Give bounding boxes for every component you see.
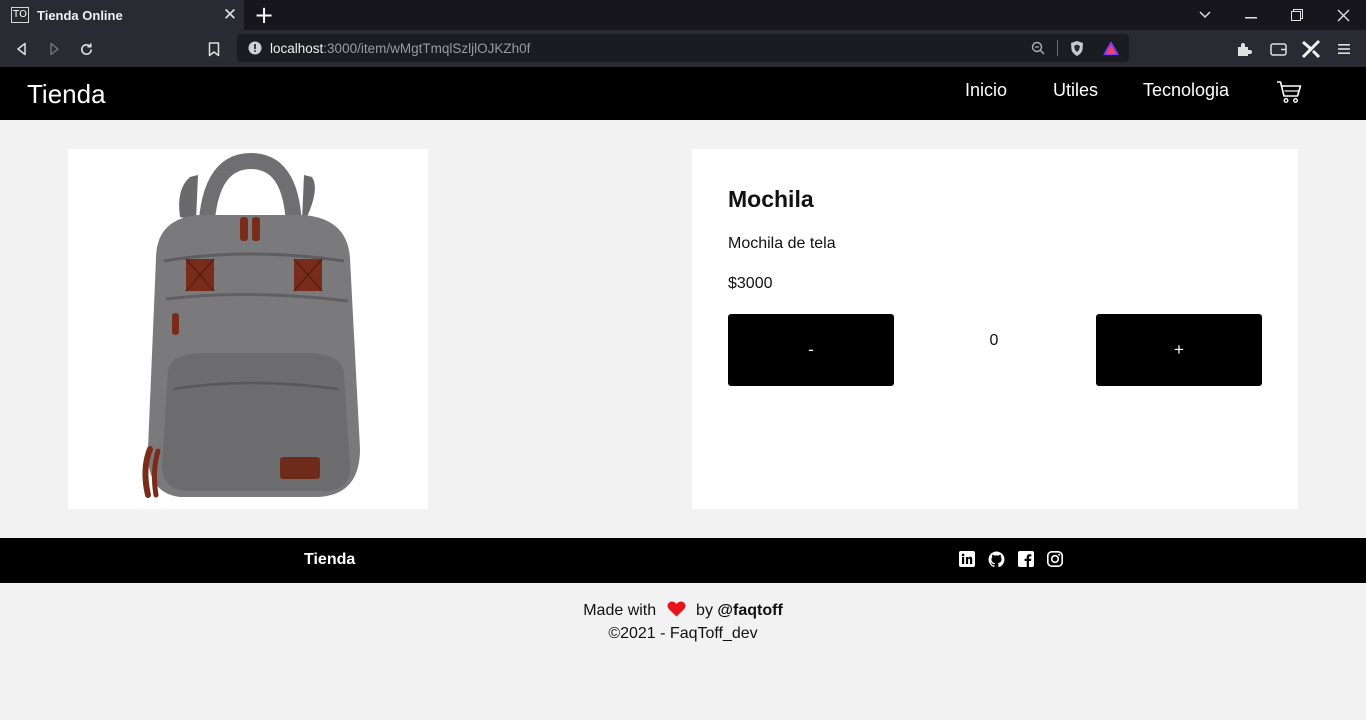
footer-bar: Tienda [0,538,1366,583]
profile-icon[interactable] [1300,38,1322,60]
product-image-card [68,149,428,509]
footer-brand: Tienda [304,551,356,568]
address-divider [1057,40,1058,56]
bookmark-icon[interactable] [203,38,225,60]
product-name: Mochila [728,186,814,212]
copyright-text: ©2021 - FaqToff_dev [608,625,758,642]
brave-rewards-icon[interactable] [1102,40,1120,56]
tab-favicon: TO [11,7,29,23]
address-bar[interactable]: localhost:3000/item/wMgtTmqlSzljlOJKZh0f [237,34,1129,62]
nav-link-inicio[interactable]: Inicio [965,80,1007,101]
site-header: Tienda Inicio Utiles Tecnologia [0,67,1366,120]
browser-toolbar: localhost:3000/item/wMgtTmqlSzljlOJKZh0f [0,30,1366,67]
quantity-value: 0 [989,332,999,349]
wallet-icon[interactable] [1267,38,1289,60]
tab-search-chevron-icon[interactable] [1190,0,1220,30]
new-tab-icon[interactable]: + [253,3,275,27]
instagram-icon[interactable] [1047,551,1065,569]
window-close-icon[interactable] [1328,0,1358,30]
by-text: by [696,602,713,619]
made-with-line: Made with by @faqtoff [0,601,1366,620]
product-description: Mochila de tela [728,235,836,252]
brand-link[interactable]: Tienda [27,79,106,110]
author-link[interactable]: @faqtoff [717,602,782,619]
reload-icon[interactable] [75,38,97,60]
github-icon[interactable] [988,551,1006,569]
decrement-button[interactable]: - [728,314,894,386]
nav-link-tecnologia[interactable]: Tecnologia [1143,80,1229,101]
menu-icon[interactable] [1333,38,1355,60]
product-info-card: Mochila Mochila de tela $3000 - 0 + [692,149,1298,509]
back-icon[interactable] [11,38,33,60]
zoom-icon[interactable] [1031,41,1045,55]
product-price: $3000 [728,275,773,292]
facebook-icon[interactable] [1018,551,1036,569]
site-info-icon[interactable] [248,41,262,55]
linkedin-icon[interactable] [959,551,977,569]
made-with-text: Made with [583,602,657,619]
cart-icon[interactable] [1276,79,1302,110]
tab-title: Tienda Online [37,7,123,23]
increment-button[interactable]: + [1096,314,1262,386]
backpack-image [142,152,360,498]
heart-icon [667,601,686,617]
forward-icon[interactable] [43,38,65,60]
tab-close-icon[interactable]: ✕ [220,5,240,25]
nav-link-utiles[interactable]: Utiles [1053,80,1098,101]
minimize-icon[interactable] [1236,0,1266,30]
browser-tab-strip: TO Tienda Online ✕ + [0,0,1366,30]
restore-icon[interactable] [1282,0,1312,30]
browser-tab[interactable]: TO Tienda Online ✕ [0,0,244,30]
url-text: localhost:3000/item/wMgtTmqlSzljlOJKZh0f [270,40,531,56]
brave-shields-icon[interactable] [1069,40,1085,57]
extensions-icon[interactable] [1233,38,1255,60]
